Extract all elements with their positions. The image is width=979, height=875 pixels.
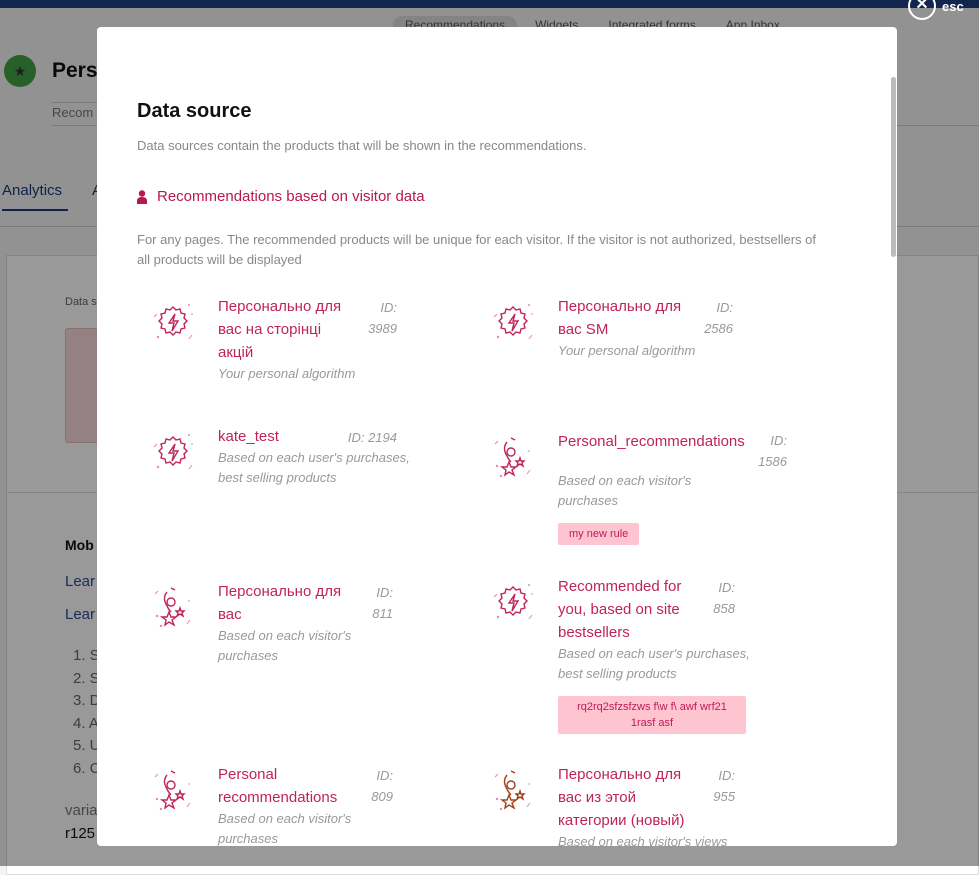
rule-tag[interactable]: my new rule <box>558 523 640 545</box>
modal-description: Data sources contain the products that w… <box>137 138 587 153</box>
item-subtitle: Based on each user's purchases, best sel… <box>218 450 410 485</box>
item-id: ID: 858 <box>713 580 735 616</box>
item-id: ID: 811 <box>372 585 393 621</box>
person-stars-icon <box>494 437 531 478</box>
item-id: ID: 2194 <box>347 430 397 445</box>
item-subtitle: Based on each visitor's purchases <box>218 811 352 846</box>
item-id: ID: 809 <box>371 768 393 804</box>
person-stars-icon <box>154 587 191 628</box>
close-button[interactable]: ✕ esc <box>908 0 964 20</box>
person-icon <box>137 189 147 204</box>
rule-tag[interactable]: rq2rq2sfzsfzws f\w f\ awf wrf21 1rasf as… <box>558 696 746 734</box>
section-description: For any pages. The recommended products … <box>137 232 816 267</box>
item-id: ID: 955 <box>713 768 735 804</box>
close-label: esc <box>942 0 964 14</box>
item-title: Персонально для вас <box>218 583 342 623</box>
item-subtitle: Based on each visitor's purchases <box>218 628 352 663</box>
person-stars-icon <box>494 770 531 811</box>
lightning-gear-icon <box>153 433 193 470</box>
person-stars-icon <box>154 770 191 811</box>
item-title: Personal_recommendations <box>558 433 745 450</box>
close-icon[interactable]: ✕ <box>908 0 936 20</box>
lightning-gear-icon <box>493 303 533 340</box>
item-title: Recommended for you, based on site bests… <box>558 578 682 641</box>
modal-title: Data source <box>137 100 252 122</box>
item-subtitle: Based on each user's purchases, best sel… <box>558 646 750 681</box>
item-title: Персонально для вас на сторінці акцій <box>218 298 342 361</box>
section-heading: Recommendations based on visitor data <box>137 188 425 205</box>
lightning-gear-icon <box>493 583 533 620</box>
item-title: Personal recommendations <box>218 766 338 806</box>
item-subtitle: Your personal algorithm <box>218 366 356 381</box>
item-id: ID: 1586 <box>758 433 787 469</box>
item-title: Персонально для вас из этой категории (н… <box>558 766 685 829</box>
lightning-gear-icon <box>153 303 193 340</box>
item-id: ID: 2586 <box>704 300 733 336</box>
item-id: ID: 3989 <box>368 300 397 336</box>
item-title: Персонально для вас SM <box>558 298 682 338</box>
item-subtitle: Based on each visitor's purchases <box>558 473 692 508</box>
data-source-modal: Data source Data sources contain the pro… <box>97 27 897 846</box>
item-subtitle: Based on each visitor's views <box>558 834 728 846</box>
item-subtitle: Your personal algorithm <box>558 343 696 358</box>
modal-scrollbar[interactable] <box>891 77 896 257</box>
section-title: Recommendations based on visitor data <box>157 188 425 205</box>
